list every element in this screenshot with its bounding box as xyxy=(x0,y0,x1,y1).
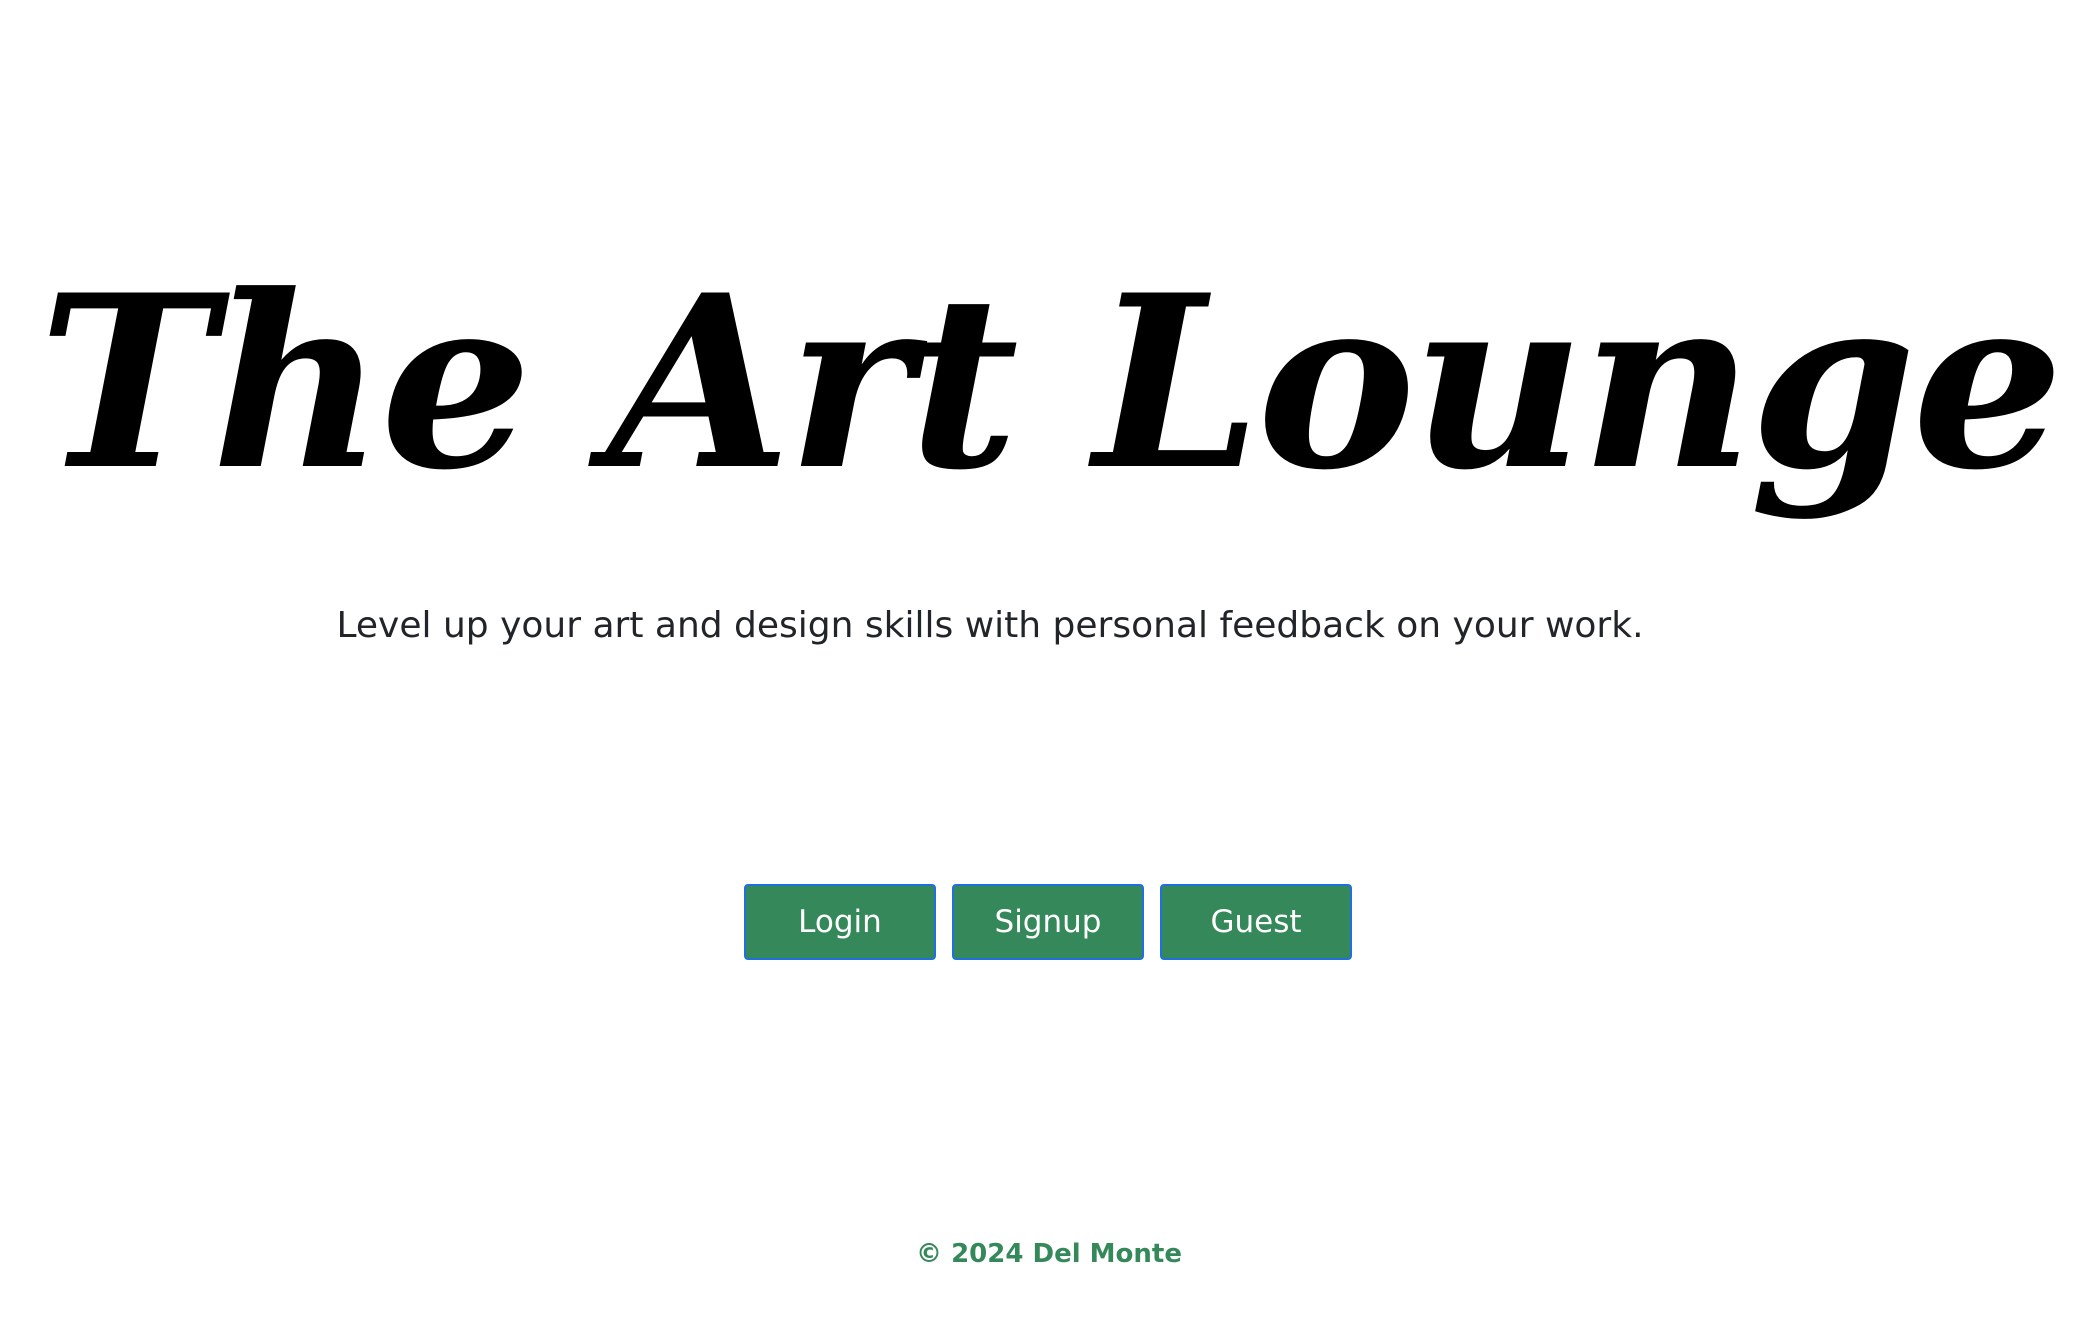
login-button[interactable]: Login xyxy=(744,884,936,960)
site-logo-title: The Art Lounge xyxy=(38,244,2063,523)
signup-button[interactable]: Signup xyxy=(952,884,1144,960)
guest-button[interactable]: Guest xyxy=(1160,884,1352,960)
footer-copyright: © 2024 Del Monte xyxy=(916,1239,1182,1269)
tagline: Level up your art and design skills with… xyxy=(336,605,1644,646)
auth-button-group: Login Signup Guest xyxy=(744,884,1352,960)
